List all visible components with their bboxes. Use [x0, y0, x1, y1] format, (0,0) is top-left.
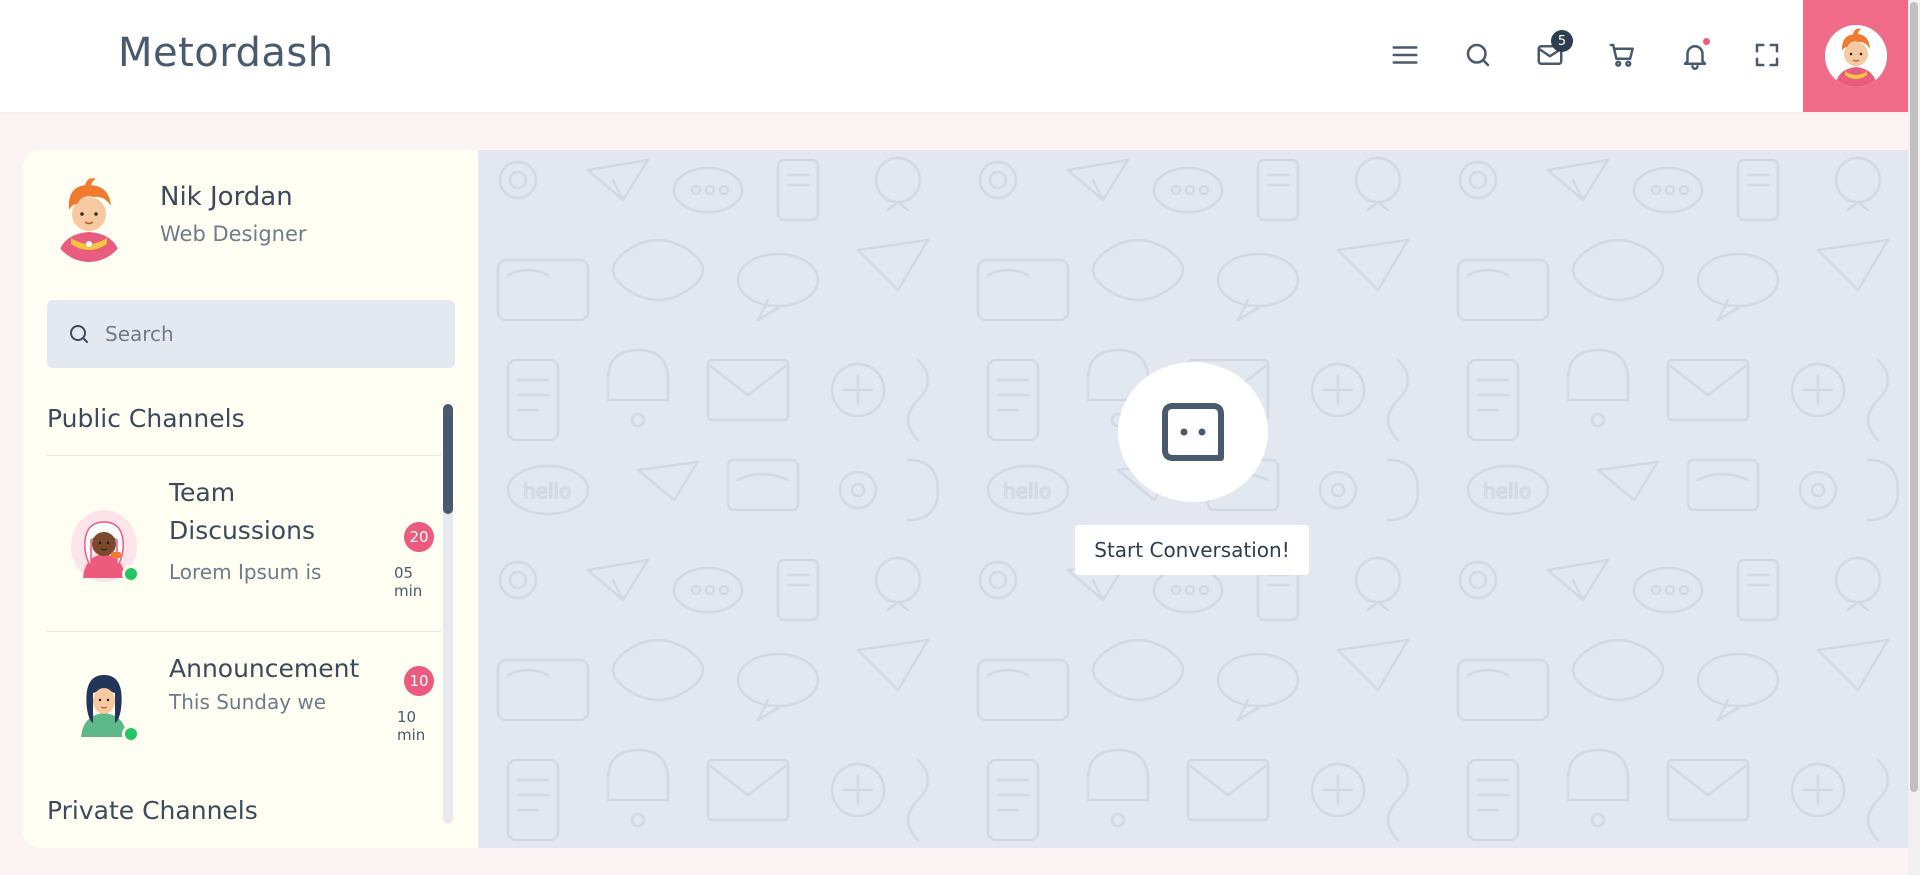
app-logo[interactable]: Metordash [118, 30, 334, 76]
scrollbar-thumb[interactable] [443, 404, 453, 514]
unread-badge: 20 [404, 522, 434, 552]
bell-icon[interactable] [1678, 38, 1712, 72]
online-status-dot [122, 725, 140, 743]
chat-sidebar: Nik Jordan Web Designer Public Channels … [23, 150, 478, 848]
channel-time: 05 min [394, 564, 423, 600]
channel-item-team-discussions[interactable]: Team Discussions Lorem Ipsum is 20 05 mi… [47, 456, 442, 631]
avatar[interactable] [49, 174, 129, 262]
chat-bubble-icon [1162, 403, 1224, 461]
conversation-placeholder [1118, 362, 1268, 502]
mail-badge: 5 [1551, 30, 1573, 52]
scrollbar-thumb[interactable] [1910, 2, 1918, 792]
channel-item-announcement[interactable]: Announcement This Sunday we 10 10 min [47, 632, 442, 772]
channel-preview: This Sunday we [169, 690, 327, 714]
private-channels-title: Private Channels [47, 796, 258, 825]
online-status-dot [122, 565, 140, 583]
avatar [1824, 25, 1887, 87]
sidebar-scrollbar[interactable] [443, 404, 453, 824]
chat-area: hello Start Conversation! [478, 150, 1908, 848]
channel-name: Team Discussions [169, 478, 315, 545]
search-icon[interactable] [1461, 38, 1495, 72]
start-conversation-button[interactable]: Start Conversation! [1075, 525, 1309, 575]
profile-menu-button[interactable] [1803, 0, 1908, 112]
search-input[interactable] [105, 322, 425, 346]
channel-name: Announcement [169, 654, 360, 683]
channel-time: 10 min [397, 708, 426, 744]
menu-icon[interactable] [1388, 38, 1422, 72]
cart-icon[interactable] [1605, 38, 1639, 72]
mail-icon[interactable]: 5 [1533, 30, 1573, 72]
unread-badge: 10 [404, 666, 434, 696]
fullscreen-icon[interactable] [1750, 38, 1784, 72]
top-header: Metordash 5 [0, 0, 1908, 112]
public-channels-title: Public Channels [47, 404, 245, 433]
search-icon [70, 325, 88, 343]
search-box [47, 300, 455, 368]
channel-preview: Lorem Ipsum is [169, 560, 322, 584]
notification-dot [1703, 38, 1710, 45]
user-role: Web Designer [160, 222, 307, 246]
page-scrollbar[interactable] [1908, 0, 1920, 875]
user-name: Nik Jordan [160, 182, 293, 212]
